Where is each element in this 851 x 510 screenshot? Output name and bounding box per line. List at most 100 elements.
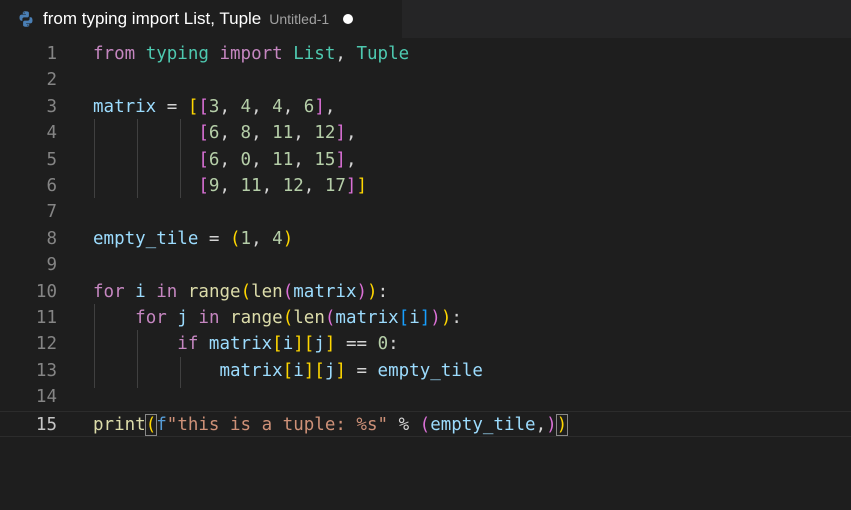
code-token: , (293, 123, 315, 144)
code-token: , (303, 176, 325, 196)
line-number: 5 (46, 149, 57, 170)
code-token: len (293, 308, 325, 328)
code-token: [ (198, 149, 209, 170)
code-token: range (187, 281, 241, 302)
tab-title: from typing import List, Tuple (43, 9, 262, 28)
line-number: 6 (46, 176, 57, 196)
code-token: ] (335, 123, 346, 144)
code-token: ] (335, 149, 346, 170)
code-token: , (219, 149, 241, 170)
code-text: matrix[i][j] = empty_tile (93, 358, 482, 384)
code-token: 11 (240, 176, 262, 196)
code-token: = (198, 228, 230, 249)
code-token: , (219, 96, 241, 117)
code-token: matrix (208, 334, 273, 355)
code-token: , (219, 123, 241, 144)
code-token: ] (335, 360, 346, 381)
code-token: 4 (240, 96, 252, 117)
code-line[interactable]: 7 (0, 199, 851, 225)
line-number: 12 (35, 334, 57, 355)
code-token: i (135, 281, 146, 302)
code-line[interactable]: 13 matrix[i][j] = empty_tile (0, 358, 851, 384)
code-token: ] (303, 360, 315, 381)
unsaved-dot-icon[interactable] (343, 14, 354, 24)
code-token: i (293, 360, 304, 381)
code-token: 6 (303, 96, 315, 117)
line-number: 14 (35, 387, 57, 408)
code-line[interactable]: 11 for j in range(len(matrix[i])): (0, 305, 851, 331)
code-token: 15 (314, 149, 336, 170)
code-line[interactable]: 9 (0, 252, 851, 278)
code-token: ] (314, 96, 325, 117)
code-line[interactable]: 1 from typing import List, Tuple (0, 41, 851, 67)
python-icon (17, 10, 35, 28)
code-token: for (93, 281, 125, 302)
code-text: matrix = [[3, 4, 4, 6], (93, 94, 335, 120)
code-token: ) (440, 308, 452, 328)
code-line[interactable]: 4 [6, 8, 11, 12], (0, 120, 851, 146)
code-text: [6, 8, 11, 12], (93, 120, 356, 146)
code-token: 12 (282, 176, 304, 196)
code-token: ] (324, 334, 336, 355)
code-token: [ (398, 308, 410, 328)
code-text: [9, 11, 12, 17]] (93, 173, 367, 199)
code-token: [ (198, 123, 209, 144)
code-token: len (251, 281, 283, 302)
code-token: ] (293, 334, 304, 355)
code-token: 4 (272, 228, 283, 249)
editor-tab[interactable]: from typing import List, Tuple Untitled-… (0, 0, 402, 38)
code-token: : (388, 334, 399, 355)
code-token: 1 (240, 228, 252, 249)
tab-description: Untitled-1 (269, 11, 330, 27)
code-line[interactable]: 5 [6, 0, 11, 15], (0, 147, 851, 173)
code-line[interactable]: 2 (0, 67, 851, 93)
code-editor[interactable]: 1 from typing import List, Tuple 2 3 matrix … (0, 40, 851, 510)
code-line[interactable]: 15 print(f"this is a tuple: %s" % (empty_… (0, 410, 851, 438)
code-token: typing (145, 44, 209, 64)
code-line[interactable]: 8 empty_tile = (1, 4) (0, 226, 851, 252)
code-line[interactable]: 12 if matrix[i][j] == 0: (0, 331, 851, 357)
code-token: , (282, 96, 304, 117)
line-number: 15 (35, 414, 57, 435)
code-token: , (219, 176, 241, 196)
code-token: ] (345, 176, 357, 196)
code-token: matrix (293, 281, 357, 302)
code-text: [6, 0, 11, 15], (93, 147, 356, 173)
code-line[interactable]: 6 [9, 11, 12, 17]] (0, 173, 851, 199)
code-token: ( (419, 414, 431, 435)
code-token: , (335, 44, 357, 64)
code-token: 12 (314, 123, 336, 144)
code-token: ) (282, 228, 294, 249)
code-token: in (198, 308, 220, 328)
code-line[interactable]: 14 (0, 384, 851, 410)
line-number: 9 (46, 255, 57, 276)
code-token: ) (555, 413, 569, 436)
code-token: 11 (272, 149, 294, 170)
code-line[interactable]: 3 matrix = [[3, 4, 4, 6], (0, 94, 851, 120)
code-token: ( (229, 228, 241, 249)
code-token: , (293, 149, 315, 170)
code-token: ) (546, 414, 557, 435)
line-number: 10 (35, 281, 57, 302)
code-token: matrix (219, 360, 283, 381)
code-token: j (314, 334, 325, 355)
line-number: 11 (35, 308, 57, 328)
code-token: [ (187, 96, 199, 117)
code-token: ) (367, 281, 378, 302)
code-token: : (377, 281, 389, 302)
code-token: [ (303, 334, 315, 355)
code-token: , (535, 414, 547, 435)
code-token: ( (240, 281, 252, 302)
code-line[interactable]: 10 for i in range(len(matrix)): (0, 279, 851, 305)
code-token: i (282, 334, 294, 355)
code-text: print(f"this is a tuple: %s" % (empty_ti… (93, 412, 569, 438)
code-token: if (177, 334, 199, 355)
